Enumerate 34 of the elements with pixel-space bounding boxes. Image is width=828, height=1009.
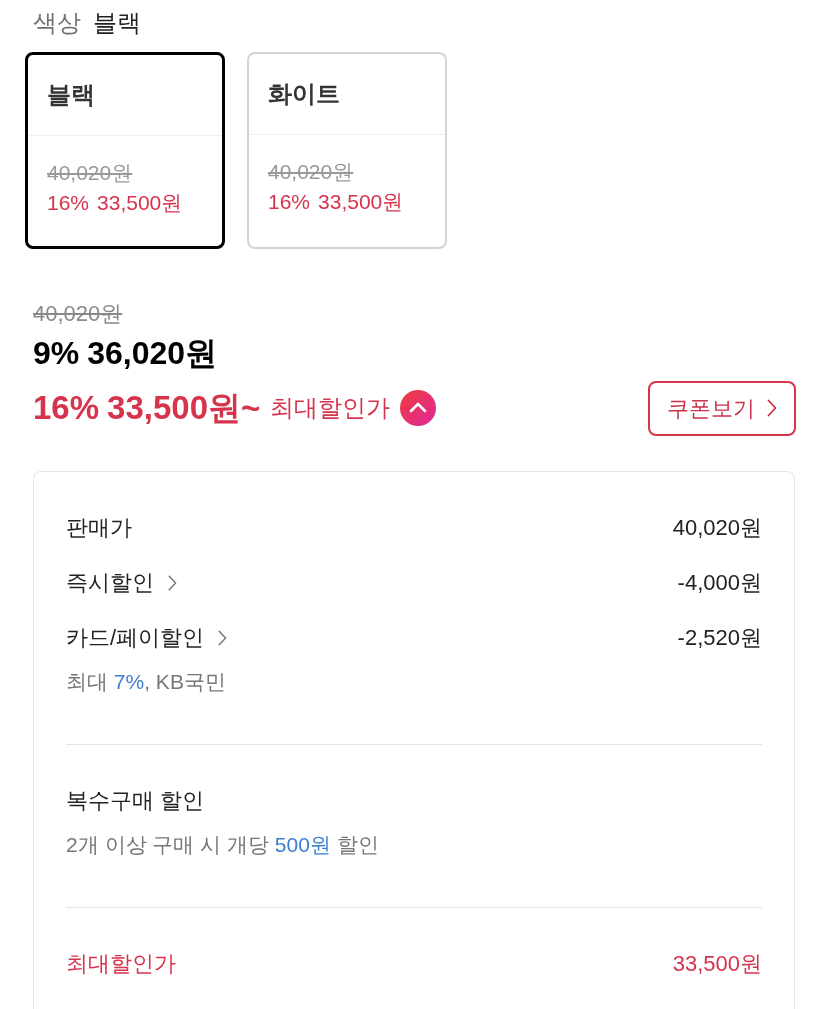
row-note: 최대 7%, KB국민 <box>66 669 227 695</box>
row-label: 판매가 <box>66 514 132 542</box>
original-price: 40,020원 <box>268 159 354 185</box>
original-price: 40,020원 <box>33 300 123 328</box>
total-label: 최대할인가 <box>66 950 176 978</box>
row-amount: -4,000원 <box>677 569 762 597</box>
discount-rate: 9% <box>33 334 80 373</box>
chevron-right-icon[interactable] <box>168 574 177 591</box>
original-price: 40,020원 <box>47 160 133 186</box>
discount-rate: 16% <box>268 189 311 215</box>
row-note: 2개 이상 구매 시 개당 500원 할인 <box>66 832 380 858</box>
chevron-right-icon <box>767 399 777 417</box>
total-amount: 33,500원 <box>672 950 762 978</box>
row-amount: -2,520원 <box>677 624 762 652</box>
row-amount: 40,020원 <box>672 514 762 542</box>
sale-price: 33,500원 <box>318 189 404 215</box>
chevron-right-icon[interactable] <box>218 629 228 646</box>
coupon-button[interactable]: 쿠폰보기 <box>648 380 796 436</box>
option-label: 색상 <box>33 8 81 38</box>
row-label[interactable]: 즉시할인 <box>66 566 154 599</box>
discount-rate: 16% <box>47 190 90 216</box>
row-label: 복수구매 할인 <box>66 787 205 815</box>
caret-up-icon[interactable] <box>400 390 437 426</box>
row-label[interactable]: 카드/페이할인 <box>66 621 205 654</box>
current-price: 36,020원 <box>87 334 218 373</box>
option-value: 블랙 <box>93 8 141 38</box>
sale-price: 33,500원 <box>97 190 183 216</box>
option-name: 블랙 <box>47 80 95 110</box>
max-price: 33,500원~ <box>107 388 261 428</box>
color-option-card[interactable]: 화이트 40,020원 16% 33,500원 <box>247 52 447 249</box>
color-option-card[interactable]: 블랙 40,020원 16% 33,500원 <box>25 52 225 249</box>
max-discount-label: 최대할인가 <box>270 393 391 423</box>
option-name: 화이트 <box>268 79 340 109</box>
max-discount-rate: 16% <box>33 388 100 428</box>
